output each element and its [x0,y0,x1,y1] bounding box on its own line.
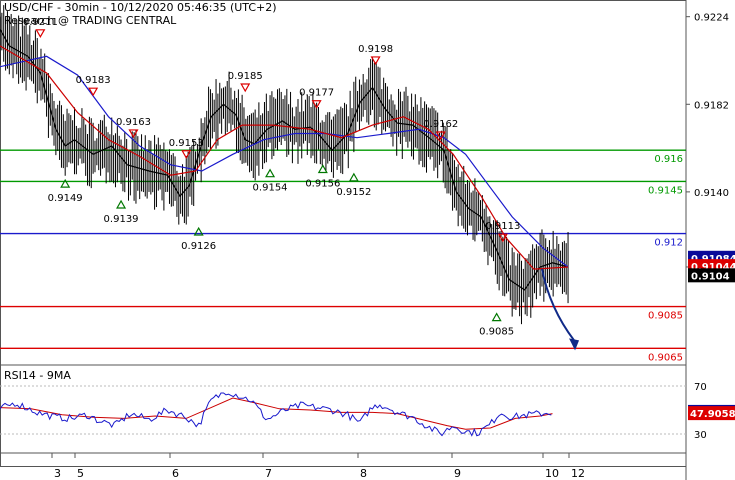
price-tick-label: 0.9224 [694,13,729,24]
usdchf-chart: 0.9224 0.9182 0.9140 0.9104 70 30 3 5 6 7 8 9 10 12 0.… [0,0,735,480]
x-tick-label: 3 [54,467,61,480]
swing-high-label: 0.9183 [76,75,111,86]
rsi-tag-label: 47.9058 [690,409,735,420]
projection-arrow [540,268,575,341]
level-label: 0.916 [654,154,683,165]
price-tick-label: 0.9140 [694,188,729,199]
swing-low-marker [348,172,359,182]
swing-low-label: 0.9139 [104,214,139,225]
x-tick-label: 7 [265,467,272,480]
x-tick-label: 8 [360,467,367,480]
swing-high-label: 0.9163 [116,117,151,128]
chart-title: USD/CHF - 30min - 10/12/2020 05:46:35 (U… [4,1,277,14]
level-label: 0.912 [654,238,683,249]
swing-high-label: 0.9113 [485,221,520,232]
x-tick-label: 5 [77,467,84,480]
swing-low-marker [116,199,127,209]
x-tick-label: 10 [545,467,559,480]
swing-low-label: 0.9149 [48,193,83,204]
price-tick-label: 0.9182 [694,100,729,111]
swing-low-marker [265,168,276,178]
level-label: 0.9065 [648,352,683,363]
price-bars [0,5,569,325]
swing-low-label: 0.9156 [305,179,340,190]
rsi-tick-label: 30 [694,430,707,441]
swing-high-label: 0.9198 [358,44,393,55]
swing-low-label: 0.9154 [253,183,288,194]
swing-low-label: 0.9126 [181,241,216,252]
swing-high-label: 0.9185 [228,71,263,82]
rsi-tick-label: 70 [694,382,707,393]
x-tick-label: 6 [172,467,179,480]
swing-low-label: 0.9152 [336,187,371,198]
swing-high-label: 0.9162 [423,119,458,130]
swing-high-label: 0.9153 [169,138,204,149]
x-tick-label: 12 [571,467,585,480]
chart-subtitle: Research @ TRADING CENTRAL [4,14,177,27]
swing-high-label: 0.9177 [299,88,334,99]
swing-high-marker [181,150,192,159]
swing-low-marker [491,312,502,322]
x-tick-label: 9 [454,467,461,480]
swing-high-marker [35,29,46,39]
price-tag-label: 0.9104 [691,271,730,282]
rsi-label: RSI14 - 9MA [4,369,71,382]
level-label: 0.9085 [648,311,683,322]
level-label: 0.9145 [648,185,683,196]
swing-low-label: 0.9085 [479,327,514,338]
swing-high-marker [240,83,251,93]
